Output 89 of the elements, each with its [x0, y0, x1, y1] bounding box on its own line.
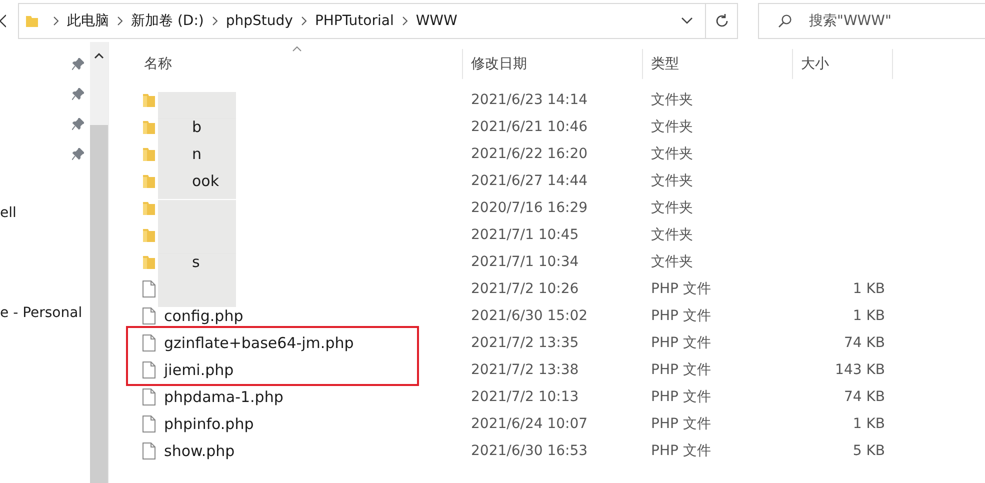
scrollbar[interactable]: [90, 42, 109, 483]
file-name[interactable]: show.php: [164, 442, 235, 460]
file-type: 文件夹: [650, 118, 694, 136]
breadcrumb-item[interactable]: phpStudy: [226, 13, 293, 29]
file-name[interactable]: phpinfo.php: [164, 414, 254, 432]
file-size: 143 KB: [835, 362, 885, 378]
modified-date: 2021/6/27 14:44: [470, 172, 589, 188]
chevron-right-icon[interactable]: [300, 16, 307, 26]
file-name[interactable]: s: [192, 252, 200, 270]
modified-date: 2021/7/2 10:26: [470, 280, 580, 296]
breadcrumb-item[interactable]: 此电脑: [67, 12, 109, 30]
modified-date: 2021/6/30 16:53: [470, 442, 589, 458]
column-header[interactable]: 类型: [643, 49, 793, 79]
file-name[interactable]: phpdama-1.php: [164, 388, 284, 406]
modified-date: 2020/7/16 16:29: [470, 200, 589, 216]
pin-icon[interactable]: [72, 118, 84, 130]
modified-date: 2021/7/2 13:38: [470, 362, 580, 378]
column-header[interactable]: 修改日期: [463, 49, 643, 79]
file-type: PHP 文件: [650, 360, 712, 378]
modified-date: 2021/6/24 10:07: [470, 416, 589, 432]
file-size: 74 KB: [844, 388, 885, 404]
scroll-up-icon[interactable]: [94, 52, 104, 59]
chevron-right-icon[interactable]: [117, 16, 123, 26]
file-size: 5 KB: [852, 442, 885, 458]
file-size: 74 KB: [844, 334, 885, 350]
modified-date: 2021/7/2 10:13: [470, 388, 580, 404]
pin-icon[interactable]: [72, 88, 84, 100]
file-type: 文件夹: [650, 252, 694, 270]
file-icon: [142, 442, 156, 460]
file-type: PHP 文件: [650, 306, 712, 324]
file-icon: [142, 360, 156, 378]
nav-item[interactable]: ell: [0, 205, 16, 221]
file-type: PHP 文件: [650, 388, 712, 406]
up-arrow-icon[interactable]: [0, 14, 6, 28]
column-header[interactable]: 名称: [136, 49, 463, 79]
folder-icon: [142, 254, 156, 270]
folder-icon: [142, 226, 156, 242]
file-name[interactable]: jiemi.php: [164, 360, 234, 378]
file-type: PHP 文件: [650, 334, 712, 352]
refresh-icon: [714, 13, 730, 29]
file-name[interactable]: gzinflate+base64-jm.php: [164, 334, 354, 352]
search-icon: [778, 14, 792, 28]
pin-icon[interactable]: [72, 148, 84, 160]
file-icon: [142, 388, 156, 406]
folder-icon: [142, 118, 156, 134]
file-type: PHP 文件: [650, 442, 712, 460]
file-size: 1 KB: [852, 308, 885, 324]
file-size: 1 KB: [852, 416, 885, 432]
file-type: 文件夹: [650, 144, 694, 162]
nav-item[interactable]: e - Personal: [0, 305, 82, 321]
folder-icon: [142, 92, 156, 108]
file-icon: [142, 280, 156, 298]
file-icon: [142, 306, 156, 324]
file-type: PHP 文件: [650, 414, 712, 432]
modified-date: 2021/6/30 15:02: [470, 308, 589, 324]
file-type: 文件夹: [650, 172, 694, 190]
folder-icon: [142, 146, 156, 162]
file-size: 1 KB: [852, 280, 885, 296]
breadcrumb-item[interactable]: PHPTutorial: [314, 13, 394, 29]
chevron-right-icon[interactable]: [212, 16, 218, 26]
pin-icon[interactable]: [72, 58, 84, 70]
file-type: 文件夹: [650, 226, 694, 244]
modified-date: 2021/6/21 10:46: [470, 118, 589, 134]
file-name[interactable]: config.php: [164, 306, 244, 324]
file-name[interactable]: n: [192, 144, 202, 162]
sort-caret-icon: [292, 46, 302, 52]
modified-date: 2021/7/1 10:34: [470, 254, 580, 270]
file-name[interactable]: b: [192, 118, 202, 136]
breadcrumb-item[interactable]: WWW: [416, 13, 458, 29]
search-field[interactable]: 搜索"WWW": [758, 3, 985, 39]
chevron-right-icon[interactable]: [53, 16, 59, 26]
modified-date: 2021/6/23 14:14: [470, 92, 589, 108]
file-type: 文件夹: [650, 198, 694, 216]
file-name[interactable]: ook: [192, 172, 220, 190]
column-header[interactable]: 大小: [793, 49, 893, 79]
modified-date: 2021/7/2 13:35: [470, 334, 580, 350]
address-bar[interactable]: 此电脑 新加卷 (D:) phpStudy PHPTutorial WWW: [18, 3, 738, 39]
file-type: PHP 文件: [650, 280, 712, 298]
folder-icon: [142, 172, 156, 188]
folder-icon: [142, 200, 156, 216]
file-type: 文件夹: [650, 90, 694, 108]
folder-icon: [25, 14, 39, 28]
chevron-right-icon[interactable]: [402, 16, 408, 26]
file-icon: [142, 334, 156, 352]
breadcrumb-item[interactable]: 新加卷 (D:): [131, 12, 204, 30]
file-icon: [142, 414, 156, 432]
modified-date: 2021/7/1 10:45: [470, 226, 580, 242]
caret-icon[interactable]: [681, 17, 693, 25]
modified-date: 2021/6/22 16:20: [470, 146, 589, 162]
